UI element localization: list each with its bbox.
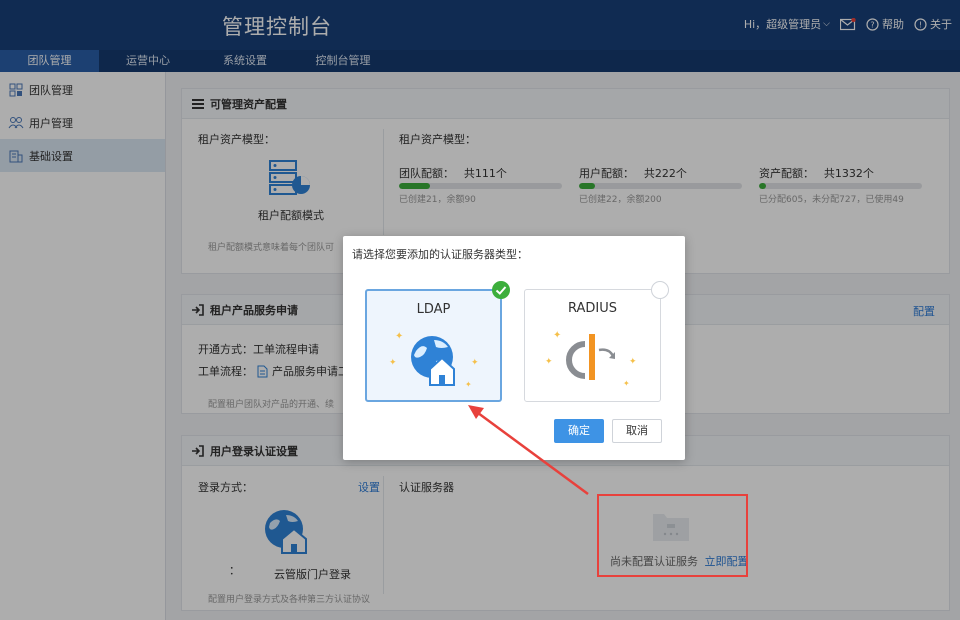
annotation-arrow [468, 405, 589, 496]
